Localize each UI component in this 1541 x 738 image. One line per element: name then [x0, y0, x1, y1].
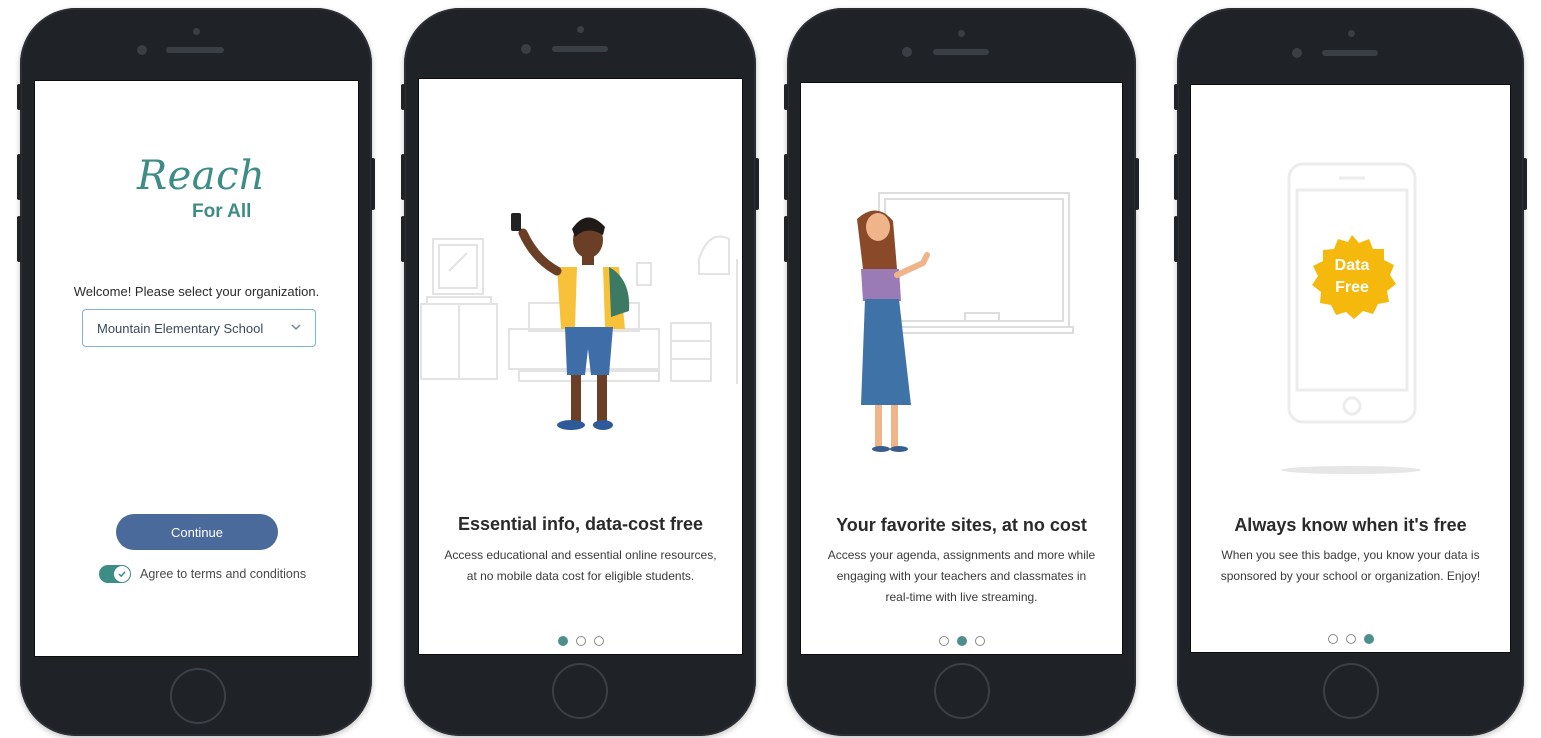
- description-line: engaging with your teachers and classmat…: [836, 569, 1087, 583]
- description-line: Access your agenda, assignments and more…: [827, 548, 1096, 562]
- badge-text: Data Free: [1307, 255, 1397, 299]
- screen-onboarding-2: Your favorite sites, at no cost Access y…: [800, 82, 1123, 655]
- organization-select-value: Mountain Elementary School: [97, 320, 264, 336]
- badge-line: Data: [1334, 257, 1370, 274]
- terms-label[interactable]: Agree to terms and conditions: [140, 567, 306, 581]
- terms-toggle[interactable]: [99, 565, 131, 583]
- home-button: [170, 668, 226, 724]
- chevron-down-icon: [291, 324, 301, 331]
- page-dot-2[interactable]: [956, 636, 967, 646]
- page-indicator: [1191, 634, 1510, 644]
- description-line: real-time with live streaming.: [885, 590, 1038, 604]
- description-line: Access educational and essential online …: [444, 548, 717, 562]
- student-room-illustration: [420, 213, 738, 430]
- home-button: [1323, 663, 1379, 719]
- phone-frame-3: Your favorite sites, at no cost Access y…: [784, 8, 1139, 736]
- onboarding-title: Essential info, data-cost free: [457, 514, 704, 534]
- page-dot-1[interactable]: [1327, 634, 1338, 644]
- page-dot-2[interactable]: [1345, 634, 1356, 644]
- organization-select[interactable]: Mountain Elementary School: [82, 309, 316, 347]
- mockup-stage: Reach For All Welcome! Please select you…: [0, 0, 1541, 738]
- page-dot-1[interactable]: [557, 636, 568, 646]
- page-indicator: [801, 636, 1122, 646]
- phone-frame-1: Reach For All Welcome! Please select you…: [17, 8, 375, 736]
- onboarding-description: When you see this badge, you know your d…: [1201, 545, 1500, 587]
- onboarding-description: Access educational and essential online …: [439, 545, 722, 587]
- description-line: When you see this badge, you know your d…: [1221, 548, 1480, 562]
- welcome-prompt: Welcome! Please select your organization…: [73, 284, 320, 299]
- check-icon: [114, 566, 130, 582]
- reach-logo-text: Reach: [137, 153, 266, 199]
- page-dot-3[interactable]: [1363, 634, 1374, 644]
- teacher-whiteboard-illustration: [857, 192, 1074, 452]
- page-dot-3[interactable]: [593, 636, 604, 646]
- phone-frame-2: Essential info, data-cost free Access ed…: [401, 8, 759, 736]
- screen-onboarding-1: Essential info, data-cost free Access ed…: [418, 78, 743, 655]
- page-indicator: [419, 636, 742, 646]
- description-line: at no mobile data cost for eligible stud…: [466, 569, 695, 583]
- page-dot-1[interactable]: [938, 636, 949, 646]
- phone-frame-4: Data Free Always know when it's free Whe…: [1174, 8, 1527, 736]
- screen-onboarding-3: Data Free Always know when it's free Whe…: [1190, 84, 1511, 653]
- page-dot-2[interactable]: [575, 636, 586, 646]
- home-button: [552, 663, 608, 719]
- description-line: sponsored by your school or organization…: [1220, 569, 1481, 583]
- badge-line: Free: [1335, 279, 1369, 296]
- onboarding-title: Your favorite sites, at no cost: [836, 515, 1087, 535]
- page-dot-3[interactable]: [974, 636, 985, 646]
- onboarding-title: Always know when it's free: [1234, 515, 1467, 535]
- screen-org-select: Reach For All Welcome! Please select you…: [34, 80, 359, 657]
- home-button: [934, 663, 990, 719]
- onboarding-description: Access your agenda, assignments and more…: [821, 545, 1102, 608]
- for-all-logo-text: For All: [192, 201, 252, 222]
- continue-button[interactable]: Continue: [116, 514, 278, 550]
